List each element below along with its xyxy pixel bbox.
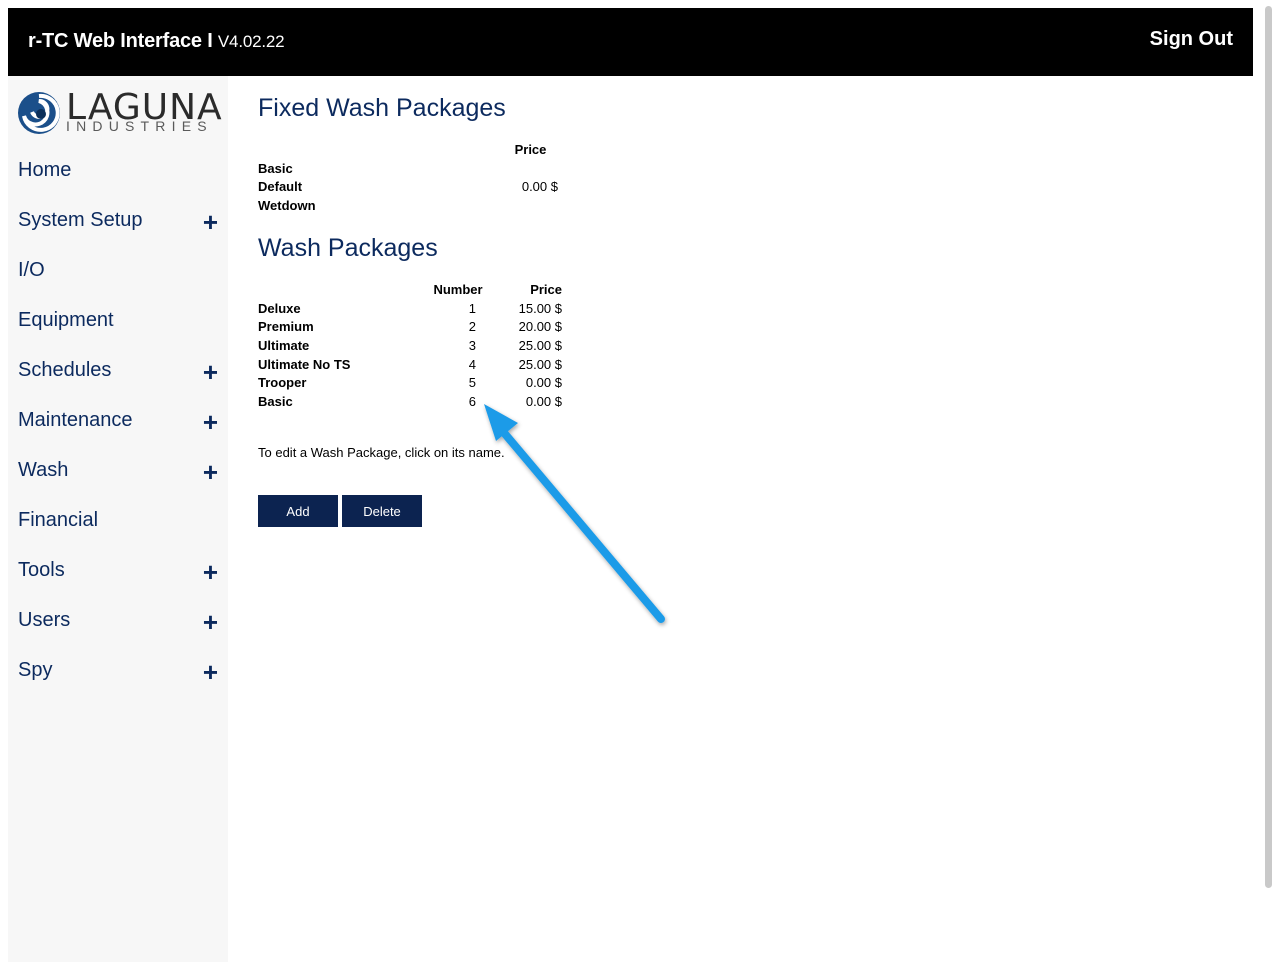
sidebar-item-label: I/O — [18, 259, 45, 281]
fixed-packages-title: Fixed Wash Packages — [258, 94, 506, 122]
sidebar-item-i-o[interactable]: I/O — [8, 247, 228, 297]
package-price: 25.00 $ — [518, 337, 562, 353]
expand-plus-icon[interactable]: + — [203, 409, 218, 435]
package-price: 0.00 $ — [521, 179, 558, 195]
sidebar-item-label: Equipment — [18, 309, 114, 331]
expand-plus-icon[interactable]: + — [203, 359, 218, 385]
expand-plus-icon[interactable]: + — [203, 659, 218, 685]
package-price: 0.00 $ — [525, 375, 562, 391]
price-column-header: Price — [514, 141, 547, 157]
table-row: Premium 2 20.00 $ — [258, 317, 562, 336]
name-column-header — [258, 140, 503, 159]
sidebar-item-schedules[interactable]: Schedules + — [8, 347, 228, 397]
package-name[interactable]: Ultimate No TS — [258, 355, 418, 374]
package-price: 0.00 $ — [525, 393, 562, 409]
sign-out-link[interactable]: Sign Out — [1150, 28, 1233, 51]
package-name[interactable]: Wetdown — [258, 196, 503, 215]
sidebar-item-label: Home — [18, 159, 72, 181]
version-label: V4.02.22 — [217, 32, 285, 51]
table-row: Wetdown — [258, 196, 558, 215]
table-row: Ultimate 3 25.00 $ — [258, 336, 562, 355]
package-price — [503, 196, 558, 215]
package-name[interactable]: Premium — [258, 317, 418, 336]
app-title: r-TC Web Interface I V4.02.22 — [28, 30, 285, 53]
delete-button[interactable]: Delete — [342, 495, 422, 527]
edit-hint: To edit a Wash Package, click on its nam… — [258, 445, 505, 460]
table-header-row: Price — [258, 140, 558, 159]
sidebar: LAGUNA INDUSTRIES Home System Setup + I/O Eq… — [8, 76, 228, 962]
sidebar-item-tools[interactable]: Tools + — [8, 547, 228, 597]
app-title-text: r-TC Web Interface I — [28, 30, 213, 52]
add-button[interactable]: Add — [258, 495, 338, 527]
wash-packages-title: Wash Packages — [258, 234, 438, 262]
sidebar-item-label: Financial — [18, 509, 99, 531]
package-name[interactable]: Deluxe — [258, 299, 418, 318]
logo-subtitle: INDUSTRIES — [66, 118, 213, 134]
sidebar-item-wash[interactable]: Wash + — [8, 447, 228, 497]
table-row: Trooper 5 0.00 $ — [258, 373, 562, 392]
package-price: 20.00 $ — [518, 319, 562, 335]
sidebar-item-users[interactable]: Users + — [8, 597, 228, 647]
scrollbar-thumb[interactable] — [1265, 6, 1272, 888]
sidebar-item-home[interactable]: Home — [8, 147, 228, 197]
expand-plus-icon[interactable]: + — [203, 209, 218, 235]
package-number: 6 — [468, 393, 476, 409]
package-name[interactable]: Default — [258, 177, 503, 196]
package-price: 25.00 $ — [518, 356, 562, 372]
package-number: 5 — [468, 375, 476, 391]
swirl-logo-icon — [18, 92, 60, 134]
sidebar-item-label: Tools — [18, 559, 65, 581]
table-row: Basic 6 0.00 $ — [258, 392, 562, 411]
sidebar-nav: Home System Setup + I/O Equipment Schedules + M… — [8, 147, 228, 697]
sidebar-item-label: Spy — [18, 659, 53, 681]
package-number: 3 — [468, 337, 476, 353]
window-frame — [0, 0, 8, 962]
table-header-row: Number Price — [258, 280, 562, 299]
table-row: Basic — [258, 159, 558, 178]
price-column-header: Price — [530, 281, 562, 297]
fixed-packages-table: Price Basic Default 0.00 $ Wetdown — [258, 140, 558, 215]
name-column-header — [258, 280, 418, 299]
wash-packages-table: Number Price Deluxe 1 15.00 $ Premium 2 20.00… — [258, 280, 562, 411]
sidebar-item-spy[interactable]: Spy + — [8, 647, 228, 697]
sidebar-item-equipment[interactable]: Equipment — [8, 297, 228, 347]
table-row: Ultimate No TS 4 25.00 $ — [258, 355, 562, 374]
expand-plus-icon[interactable]: + — [203, 559, 218, 585]
package-price — [503, 159, 558, 178]
header-bar: r-TC Web Interface I V4.02.22 Sign Out — [8, 8, 1253, 76]
package-name[interactable]: Basic — [258, 159, 503, 178]
number-column-header: Number — [433, 281, 483, 297]
expand-plus-icon[interactable]: + — [203, 609, 218, 635]
sidebar-item-label: Schedules — [18, 359, 112, 381]
laguna-logo[interactable]: LAGUNA INDUSTRIES — [16, 88, 226, 138]
expand-plus-icon[interactable]: + — [203, 459, 218, 485]
package-name[interactable]: Ultimate — [258, 336, 418, 355]
sidebar-item-label: Users — [18, 609, 71, 631]
sidebar-item-label: System Setup — [18, 209, 143, 231]
sidebar-item-label: Maintenance — [18, 409, 133, 431]
sidebar-item-financial[interactable]: Financial — [8, 497, 228, 547]
sidebar-item-maintenance[interactable]: Maintenance + — [8, 397, 228, 447]
table-row: Default 0.00 $ — [258, 177, 558, 196]
sidebar-item-system-setup[interactable]: System Setup + — [8, 197, 228, 247]
sidebar-item-label: Wash — [18, 459, 69, 481]
package-price: 15.00 $ — [518, 300, 562, 316]
package-name[interactable]: Trooper — [258, 373, 418, 392]
package-number: 4 — [468, 356, 476, 372]
package-number: 2 — [468, 319, 476, 335]
package-name[interactable]: Basic — [258, 392, 418, 411]
package-number: 1 — [468, 300, 476, 316]
table-row: Deluxe 1 15.00 $ — [258, 299, 562, 318]
